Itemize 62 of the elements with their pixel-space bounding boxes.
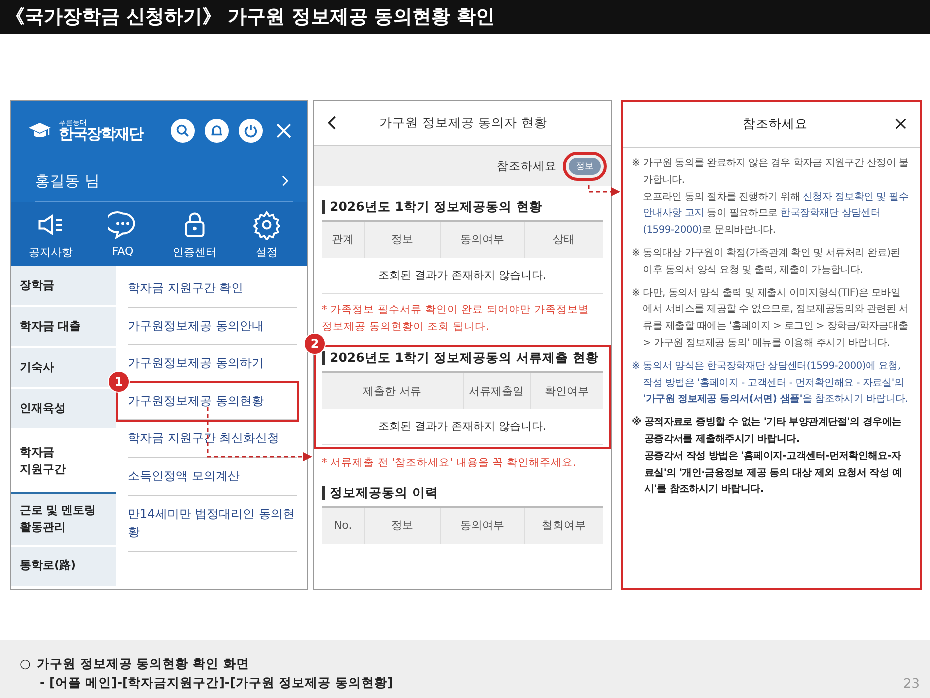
note-text: 동의서 양식은 한국장학재단 상담센터(1599-2000)에 요청, 작성 방법은 '홈페이지 - 고객센터 - 먼저확인해요 - 자료실'의 '가구원 정보제공 동의서(서면) 샘플'을 참조하시기 바랍니다.: [643, 360, 909, 408]
close-icon[interactable]: [893, 116, 909, 132]
notice-text: * 가족정보 필수서류 확인이 완료 되어야만 가족정보별 정보제공 동의현황이 조회 됩니다.: [322, 302, 590, 335]
table-header: 관계: [331, 232, 356, 248]
category-item[interactable]: 통학로(路): [11, 546, 116, 588]
slide-title: 《국가장학금 신청하기》 가구원 정보제공 동의현황 확인: [0, 0, 930, 34]
section-heading: 정보제공동의 이력: [322, 486, 603, 500]
note-mark: ※: [632, 246, 640, 261]
page-number: 23: [903, 677, 920, 692]
note-text: 공적자료로 증빙할 수 없는 '기타 부양관계단절'의 경우에는 공증각서를 제출해주시기 바랍니다. 공증각서 작성 방법은 '홈페이지-고객센터-먼저확인해요-자료실'의 '개인·금융정보 제공 동의 대상 제외 요청서 작성 예시'를 참조하시기 바랍니다.: [644, 416, 903, 498]
bell-button[interactable]: [205, 119, 229, 143]
table-header: 제출한 서류: [362, 384, 422, 400]
quick-menu-item[interactable]: 설정: [237, 210, 297, 260]
settings-icon: [252, 210, 282, 240]
note-mark: ※: [632, 157, 640, 171]
table-header: 정보: [364, 508, 440, 544]
table-header: 정보: [364, 222, 440, 258]
submenu-item[interactable]: 학자금 지원구간 확인: [128, 270, 297, 308]
screen-title: 가구원 정보제공 동의자 현황: [378, 114, 548, 132]
submenu-item[interactable]: 만14세미만 법정대리인 동의현황: [128, 496, 297, 552]
bullet-mark: ○: [20, 656, 31, 673]
note-text: 다만, 동의서 양식 출력 및 제출시 이미지형식(TIF)은 모바일에서 서비스를 제공할 수 없으므로, 정보제공동의와 관련된 서류를 제출할 때에는 '홈페이지 > 로그인 > 장학금/학자금대출 > 가구원 정보제공 동의' 메뉴를 이용해 주시기 바랍니다.: [643, 286, 909, 351]
caption-heading: 가구원 정보제공 동의현황 확인 화면: [36, 656, 250, 673]
table-header: 서류제출일: [462, 373, 530, 410]
category-item[interactable]: 근로 및 멘토링 활동관리: [11, 494, 116, 546]
submenu-item[interactable]: 가구원정보제공 동의안내: [128, 308, 297, 346]
reference-label: 참조하세요: [497, 158, 557, 174]
table-header: 동의여부: [440, 222, 524, 258]
table-header: 동의여부: [440, 508, 524, 544]
logo-text: 한국장학재단: [59, 127, 143, 142]
section-heading: 2026년도 1학기 정보제공동의 서류제출 현황: [322, 351, 603, 366]
power-button[interactable]: [239, 119, 263, 143]
submenu-item[interactable]: 학자금 지원구간 최신화신청: [128, 420, 297, 458]
empty-message: 조회된 결과가 존재하지 않습니다.: [322, 409, 603, 446]
category-item[interactable]: 학자금 지원구간: [11, 430, 116, 494]
note-text: 동의대상 가구원이 확정(가족관계 확인 및 서류처리 완료)된 이후 동의서 양식 요청 및 출력, 제출이 가능합니다.: [643, 246, 902, 278]
note-mark: ※: [632, 286, 640, 301]
quick-menu-item[interactable]: 인증센터: [165, 210, 225, 260]
section-heading: 2026년도 1학기 정보제공동의 현황: [322, 200, 603, 214]
quick-menu-item[interactable]: 공지사항: [21, 210, 81, 260]
callout-number: 2: [304, 333, 326, 356]
callout-number: 1: [108, 370, 130, 393]
category-item[interactable]: 학자금 대출: [11, 307, 116, 348]
table-header: 상태: [524, 222, 603, 258]
submenu-item[interactable]: 소득인정액 모의계산: [128, 458, 297, 496]
table-header: No.: [332, 518, 354, 534]
table-header: 확인여부: [530, 373, 603, 410]
notice-text: * 서류제출 전 '참조하세요' 내용을 꼭 확인해주세요.: [322, 456, 578, 472]
table-header: 철회여부: [524, 508, 603, 544]
note-mark: ※: [632, 416, 642, 430]
note-mark: ※: [632, 360, 640, 374]
quick-menu-item[interactable]: FAQ: [93, 210, 153, 260]
chat-bubble-icon: [108, 210, 138, 240]
power-icon: [242, 122, 260, 140]
search-button[interactable]: [171, 119, 195, 143]
empty-message: 조회된 결과가 존재하지 않습니다.: [322, 258, 603, 294]
user-name: 홍길동 님: [35, 172, 100, 190]
dashed-arrow: [588, 185, 620, 196]
note-text: 가구원 동의를 완료하지 않은 경우 학자금 지원구간 산정이 불가합니다. 오프라인 동의 절차를 진행하기 위해 신청자 정보확인 및 필수안내사항 고지 등이 필요하므로 한국장학재단 상담센터(1599-2000)로 문의바랍니다.: [643, 157, 909, 238]
navigation-path: - [어플 메인]-[학자금지원구간]-[가구원 정보제공 동의현황]: [39, 675, 394, 692]
category-item[interactable]: 장학금: [11, 266, 116, 307]
popup-title: 참조하세요: [742, 116, 809, 132]
